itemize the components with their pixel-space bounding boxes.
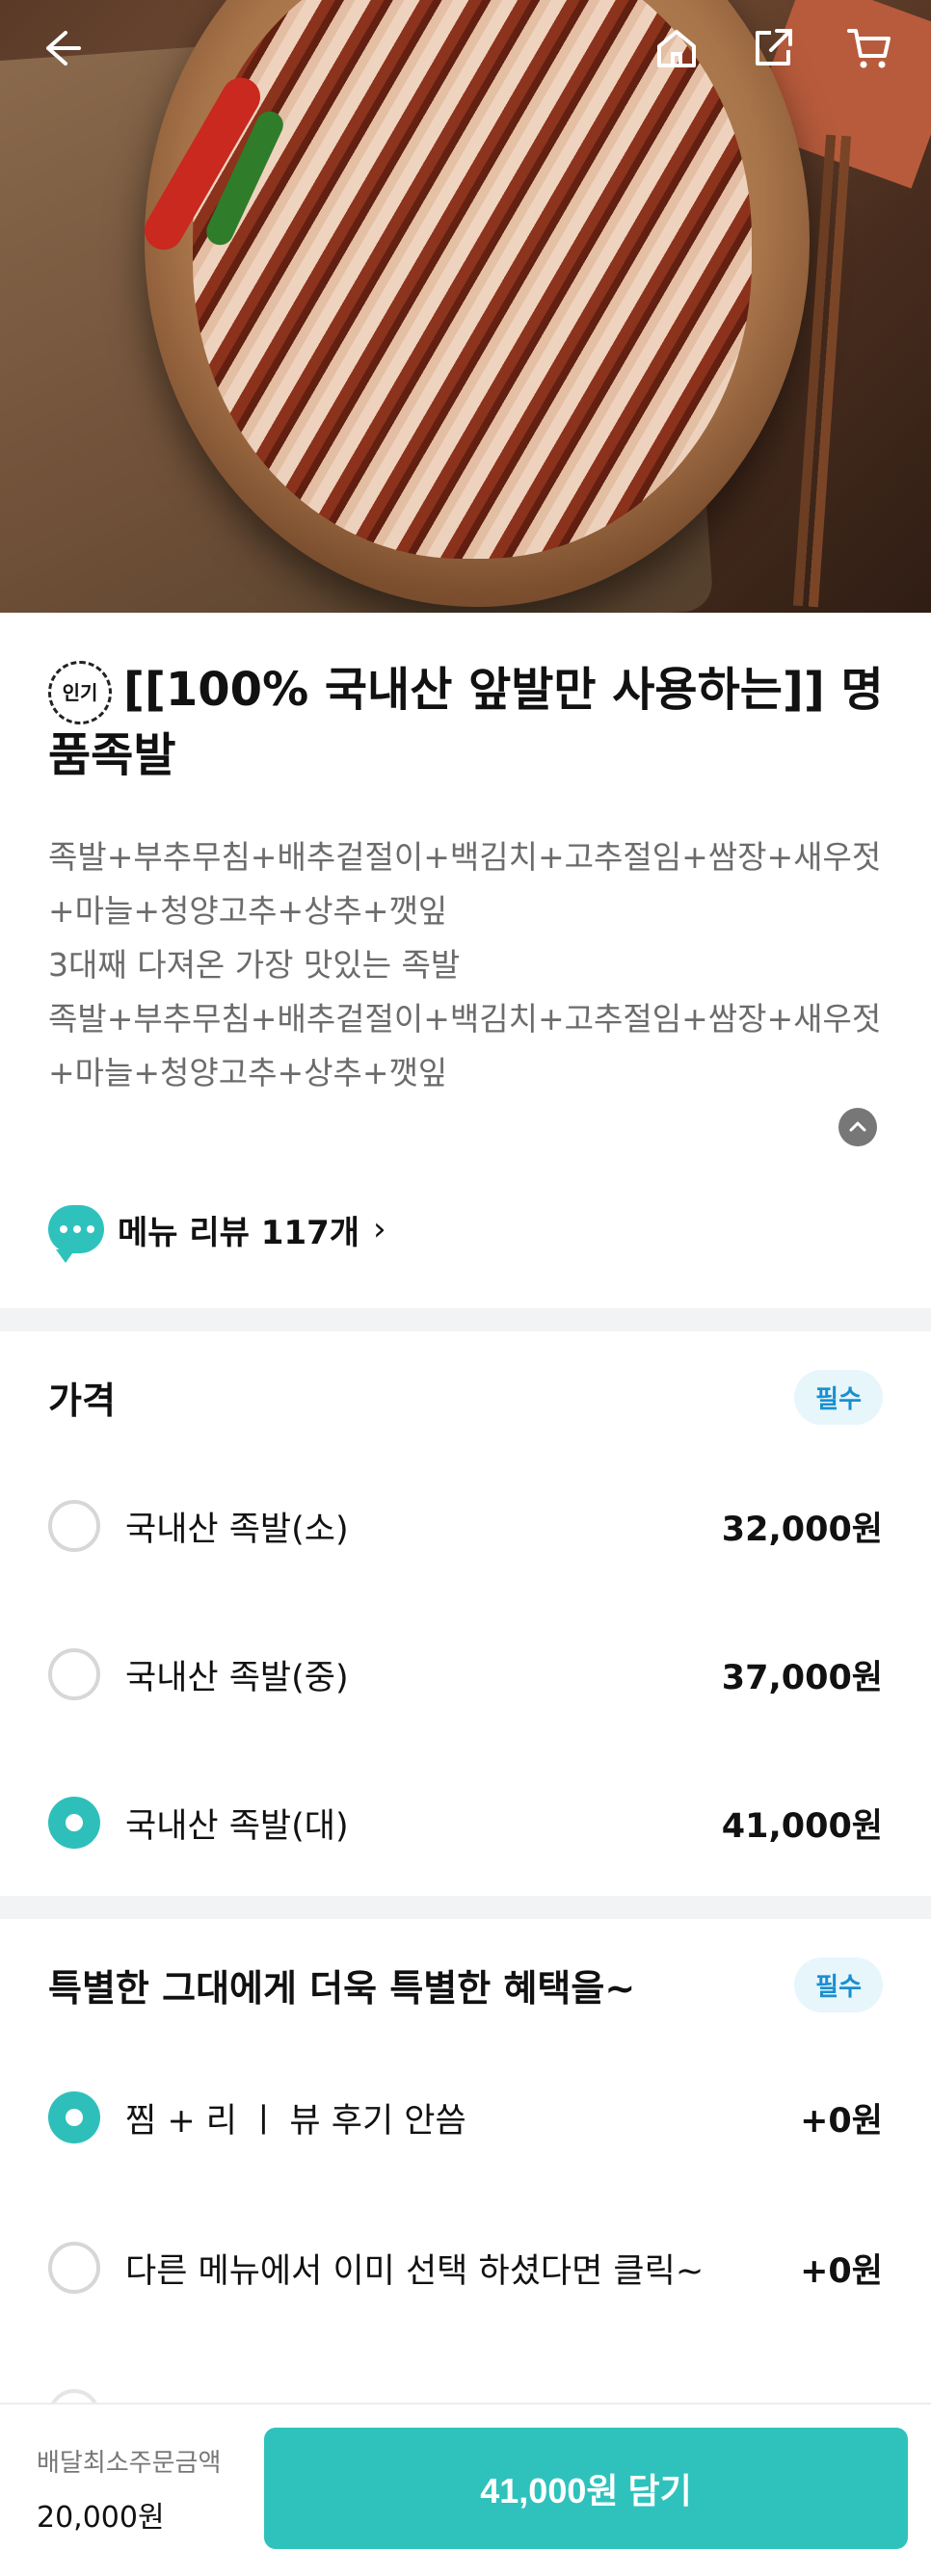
price-section-title: 가격 <box>48 1380 116 1422</box>
product-title-text: [[100% 국내산 앞발만 사용하는]] 명품족발 <box>48 663 884 782</box>
price-section: 가격 필수 국내산 족발(소) 32,000원 국내산 족발(중) 37,000… <box>0 1331 931 1896</box>
popular-badge: 인기 <box>48 661 112 724</box>
benefit-section-header: 특별한 그대에게 더욱 특별한 혜택을~ 필수 <box>48 1958 883 2012</box>
product-title-block: 인기 [[100% 국내산 앞발만 사용하는]] 명품족발 <box>48 659 887 786</box>
section-divider <box>0 1308 931 1331</box>
option-label: 국내산 족발(중) <box>125 1658 349 1697</box>
chevron-right-icon: › <box>373 1210 386 1249</box>
price-option-large[interactable]: 국내산 족발(대) 41,000원 <box>48 1792 883 1853</box>
radio-button-selected[interactable] <box>48 2091 100 2143</box>
add-to-cart-button[interactable]: 41,000원 담기 <box>264 2428 908 2549</box>
home-button[interactable] <box>650 21 704 75</box>
radio-button[interactable] <box>48 1648 100 1700</box>
sliced-jokbal <box>193 0 752 559</box>
bottom-order-bar: 배달최소주문금액 20,000원 41,000원 담기 <box>0 2403 931 2576</box>
chevron-up-icon <box>849 1121 866 1132</box>
option-label: 다른 메뉴에서 이미 선택 하셨다면 클릭~ <box>125 2251 705 2291</box>
benefit-section: 특별한 그대에게 더욱 특별한 혜택을~ 필수 찜 + 리 ㅣ 뷰 후기 안씀 … <box>0 1919 931 2401</box>
benefit-section-title: 특별한 그대에게 더욱 특별한 혜택을~ <box>48 1967 636 2010</box>
option-label: 국내산 족발(대) <box>125 1806 349 1846</box>
chat-bubble-icon <box>48 1205 104 1263</box>
required-badge: 필수 <box>794 1370 883 1425</box>
option-label: 국내산 족발(소) <box>125 1510 349 1549</box>
product-description: 족발+부추무침+배추겉절이+백김치+고추절임+쌈장+새우젓+마늘+청양고추+상추… <box>48 830 887 1100</box>
description-line: 3대째 다져온 가장 맛있는 족발 <box>48 946 461 984</box>
price-option-medium[interactable]: 국내산 족발(중) 37,000원 <box>48 1643 883 1705</box>
min-order-value: 20,000원 <box>37 2501 165 2535</box>
product-title: 인기 [[100% 국내산 앞발만 사용하는]] 명품족발 <box>48 659 887 786</box>
radio-button[interactable] <box>48 2242 100 2294</box>
menu-review-label: 메뉴 리뷰 117개 <box>118 1213 360 1252</box>
collapse-description-button[interactable] <box>838 1108 877 1146</box>
required-badge: 필수 <box>794 1958 883 2012</box>
section-divider <box>0 1896 931 1919</box>
description-line: 족발+부추무침+배추겉절이+백김치+고추절임+쌈장+새우젓+마늘+청양고추+상추… <box>48 1000 882 1091</box>
share-button[interactable] <box>746 21 800 75</box>
radio-button[interactable] <box>48 1500 100 1552</box>
arrow-left-icon <box>46 31 81 66</box>
option-label: 찜 + 리 ㅣ 뷰 후기 안씀 <box>125 2101 466 2141</box>
back-button[interactable] <box>33 21 87 75</box>
option-price: 32,000원 <box>721 1510 883 1549</box>
price-option-small[interactable]: 국내산 족발(소) 32,000원 <box>48 1495 883 1557</box>
option-price: +0원 <box>800 2251 883 2291</box>
cart-icon <box>847 29 891 68</box>
price-section-header: 가격 필수 <box>48 1370 883 1425</box>
home-icon <box>657 30 696 67</box>
benefit-option-review[interactable]: 찜 + 리 ㅣ 뷰 후기 안씀 +0원 <box>48 2087 883 2148</box>
option-price: 37,000원 <box>721 1658 883 1697</box>
option-price: 41,000원 <box>721 1806 883 1846</box>
option-price: +0원 <box>800 2101 883 2141</box>
menu-review-link[interactable]: 메뉴 리뷰 117개 › <box>48 1202 386 1263</box>
cart-button[interactable] <box>842 21 896 75</box>
description-line: 족발+부추무침+배추겉절이+백김치+고추절임+쌈장+새우젓+마늘+청양고추+상추… <box>48 838 882 930</box>
benefit-option-already-selected[interactable]: 다른 메뉴에서 이미 선택 하셨다면 클릭~ +0원 <box>48 2237 883 2299</box>
product-photo <box>0 0 931 613</box>
radio-button-selected[interactable] <box>48 1797 100 1849</box>
min-order-label: 배달최소주문금액 <box>37 2449 222 2478</box>
share-icon <box>756 29 792 66</box>
